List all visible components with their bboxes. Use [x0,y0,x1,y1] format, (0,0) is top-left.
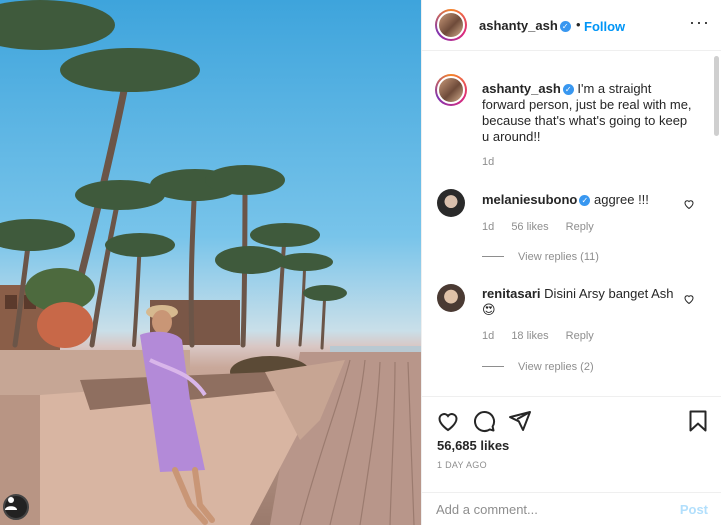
author-avatar[interactable] [435,9,467,41]
beach-scene [0,0,421,525]
comment-icon[interactable] [472,409,496,433]
reply-button[interactable]: Reply [566,330,594,342]
likes-count[interactable]: 56,685 likes [437,438,509,453]
divider-line [482,366,504,367]
comment-text-block: melaniesubono ✓ aggree !!! [482,192,692,208]
bookmark-icon[interactable] [686,409,710,433]
follow-button[interactable]: Follow [584,19,625,34]
comment-time[interactable]: 1d [482,330,494,342]
reply-button[interactable]: Reply [566,221,594,233]
like-comment-heart-icon[interactable] [683,198,695,210]
commenter-avatar[interactable] [437,284,465,312]
comment-username[interactable]: renitasari [482,286,541,301]
person-icon [5,497,17,510]
verified-badge-icon: ✓ [562,84,574,95]
heart-eyes-emoji-icon: 😍 [482,302,496,317]
view-replies-button[interactable]: View replies (2) [482,361,594,373]
caption-text-block: ashanty_ash ✓ I'm a straight forward pers… [482,81,692,145]
commenter-avatar[interactable] [437,189,465,217]
comment-likes[interactable]: 18 likes [511,330,548,342]
comment-text: Disini Arsy banget Ash [544,286,674,301]
comments-scrollbar[interactable] [714,56,719,136]
view-replies-label: View replies (11) [518,251,599,263]
heart-icon[interactable] [436,409,460,433]
comment-text-block: renitasari Disini Arsy banget Ash 😍 [482,286,682,318]
post-comment-button[interactable]: Post [680,502,708,517]
author-username-line: ashanty_ash ✓ [479,18,571,33]
add-comment-input[interactable] [436,499,666,519]
add-comment-bar: Post [422,492,721,525]
comments-list[interactable]: ashanty_ash ✓ I'm a straight forward pers… [422,52,721,395]
author-username[interactable]: ashanty_ash [479,18,558,33]
post-header: ashanty_ash ✓ • Follow ··· [422,0,721,51]
like-comment-heart-icon[interactable] [683,293,695,305]
comment-meta: 1d 56 likes Reply [482,221,608,233]
more-options-icon[interactable]: ··· [689,12,710,33]
view-replies-button[interactable]: View replies (11) [482,251,599,263]
post-actions: 56,685 likes 1 DAY AGO [422,396,721,492]
separator-dot: • [576,17,581,32]
post-timestamp: 1 DAY AGO [437,460,487,470]
tagged-user-icon[interactable] [3,494,29,520]
post-photo[interactable] [0,0,421,525]
view-replies-label: View replies (2) [518,361,594,373]
caption-username[interactable]: ashanty_ash [482,81,561,96]
comment-time[interactable]: 1d [482,221,494,233]
caption-time[interactable]: 1d [482,156,494,168]
verified-badge-icon: ✓ [559,21,571,32]
caption-avatar[interactable] [435,74,467,106]
post-panel: ashanty_ash ✓ • Follow ··· ashanty_ash ✓ I… [421,0,721,525]
comment-text: aggree !!! [593,192,649,207]
comment-meta: 1d 18 likes Reply [482,330,608,342]
comment-username[interactable]: melaniesubono [482,192,577,207]
verified-badge-icon: ✓ [579,195,591,206]
caption-meta: 1d [482,156,508,168]
comment-likes[interactable]: 56 likes [511,221,548,233]
divider-line [482,256,504,257]
share-icon[interactable] [508,409,532,433]
